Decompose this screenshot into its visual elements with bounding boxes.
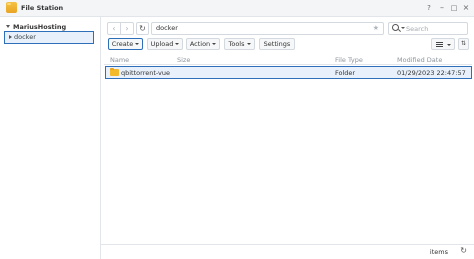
settings-button[interactable]: Settings (259, 38, 295, 50)
row-name: qbittorrent-vue (121, 69, 171, 77)
create-label: Create (111, 40, 134, 48)
list-view-icon (436, 42, 443, 47)
tree-root-mariushosting[interactable]: MariusHosting (6, 23, 66, 31)
favorite-star-icon[interactable]: ★ (373, 23, 379, 34)
chevron-down-icon (447, 44, 451, 46)
column-header-modified-date[interactable]: Modified Date (397, 56, 442, 64)
minimize-icon[interactable]: – (437, 3, 447, 13)
search-options-dropdown-icon[interactable] (401, 27, 405, 29)
folder-tree-sidebar: MariusHosting docker (0, 17, 101, 259)
tools-button[interactable]: Tools (224, 38, 255, 50)
create-button[interactable]: Create (108, 38, 143, 50)
table-row[interactable]: qbittorrent-vue Folder 01/29/2023 22:47:… (105, 66, 472, 79)
header-divider (104, 64, 472, 65)
tree-item-docker[interactable]: docker (4, 31, 94, 44)
settings-label: Settings (263, 40, 291, 48)
search-icon (392, 24, 399, 31)
row-modified-date: 01/29/2023 22:47:57 (397, 69, 466, 77)
upload-label: Upload (150, 40, 174, 48)
file-station-app-icon (6, 2, 17, 13)
close-icon[interactable]: × (461, 3, 471, 13)
view-mode-button[interactable] (431, 38, 455, 50)
refresh-icon[interactable]: ↻ (460, 246, 467, 255)
maximize-icon[interactable]: □ (449, 3, 459, 13)
path-text: docker (156, 24, 178, 32)
column-header-name[interactable]: Name (110, 56, 129, 64)
search-field[interactable]: Search (388, 22, 468, 35)
chevron-down-icon (135, 43, 140, 45)
upload-button[interactable]: Upload (147, 38, 183, 50)
action-label: Action (189, 40, 211, 48)
sort-button[interactable]: ⇅ (458, 38, 469, 50)
action-button[interactable]: Action (186, 38, 220, 50)
file-station-window: File Station ? – □ × MariusHosting docke… (0, 0, 474, 259)
chevron-down-icon (212, 43, 217, 45)
tree-root-label: MariusHosting (13, 23, 67, 31)
column-header-file-type[interactable]: File Type (335, 56, 363, 64)
tools-label: Tools (228, 40, 245, 48)
column-header-size[interactable]: Size (177, 56, 190, 64)
path-bar[interactable]: docker ★ (151, 22, 384, 35)
tree-item-label: docker (14, 33, 36, 41)
help-icon[interactable]: ? (424, 3, 434, 13)
back-icon[interactable]: ‹ (108, 24, 120, 33)
forward-icon[interactable]: › (121, 24, 133, 33)
search-placeholder: Search (406, 25, 429, 33)
folder-icon (110, 67, 119, 76)
items-count-label: items (429, 248, 448, 256)
refresh-button[interactable]: ↻ (136, 22, 149, 35)
sort-icon: ⇅ (460, 40, 467, 47)
refresh-icon: ↻ (139, 24, 146, 33)
window-title: File Station (21, 4, 64, 12)
chevron-down-icon (175, 43, 180, 45)
chevron-down-icon (246, 43, 251, 45)
caret-down-icon[interactable] (6, 25, 10, 28)
status-bar: items ↻ (101, 244, 474, 259)
row-file-type: Folder (335, 69, 356, 77)
title-bar[interactable]: File Station ? – □ × (0, 0, 474, 17)
caret-right-icon[interactable] (9, 35, 12, 39)
